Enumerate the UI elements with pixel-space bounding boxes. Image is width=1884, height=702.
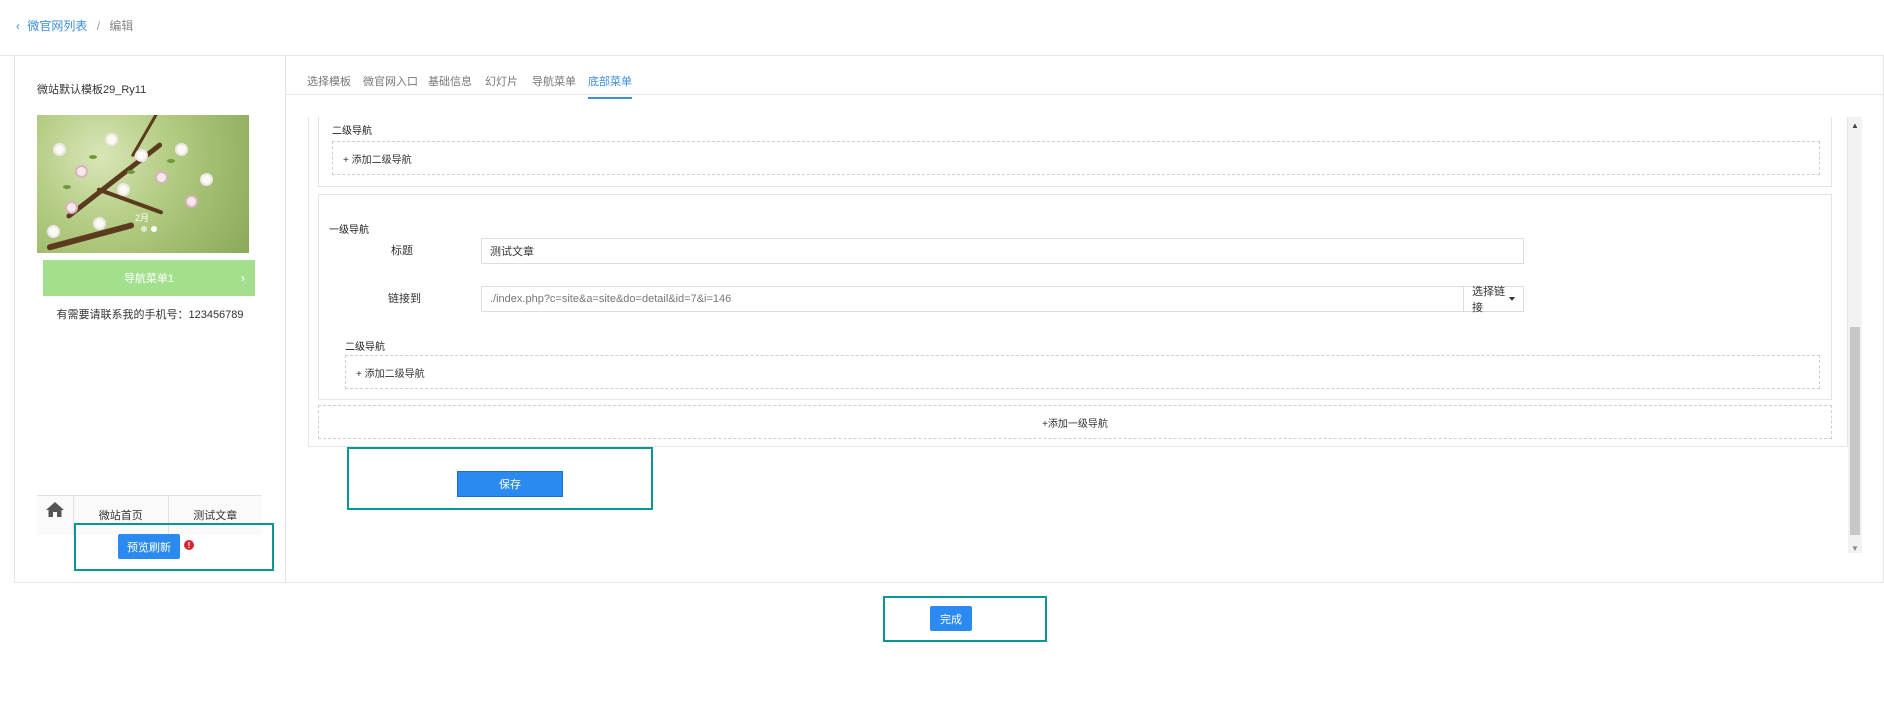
chevron-right-icon: ›	[241, 271, 245, 285]
add-secondary-nav-button[interactable]: + 添加二级导航	[332, 141, 1820, 175]
secondary-nav-label: 二级导航	[332, 126, 372, 137]
warning-icon: !	[184, 540, 194, 550]
tab-select-template[interactable]: 选择模板	[307, 73, 351, 97]
slide-dot[interactable]	[141, 226, 147, 232]
add-primary-nav-button[interactable]: +添加一级导航	[318, 405, 1832, 439]
slide-dot-active[interactable]	[151, 226, 157, 232]
breadcrumb-current: 编辑	[109, 19, 134, 33]
breadcrumb: ‹ 微官网列表 / 编辑	[16, 17, 133, 34]
contact-phone-text: 有需要请联系我的手机号：123456789	[56, 309, 244, 321]
primary-nav-label: 一级导航	[329, 225, 369, 236]
scrollbar[interactable]: ▲ ▼	[1848, 117, 1862, 553]
title-input[interactable]: 测试文章	[481, 238, 1524, 264]
select-link-dropdown[interactable]: 选择链接	[1463, 286, 1524, 314]
preview-refresh-button[interactable]: 预览刷新	[118, 534, 180, 559]
banner-caption: 2月	[135, 213, 150, 223]
link-label: 链接到	[388, 293, 421, 305]
tab-basic-info[interactable]: 基础信息	[428, 73, 472, 97]
link-input[interactable]: ./index.php?c=site&a=site&do=detail&id=7…	[481, 286, 1464, 312]
tab-nav-menu[interactable]: 导航菜单	[532, 73, 576, 97]
scroll-up-arrow-icon[interactable]: ▲	[1848, 121, 1862, 130]
save-button[interactable]: 保存	[457, 471, 563, 497]
add-secondary-nav-button[interactable]: + 添加二级导航	[345, 355, 1820, 389]
tab-bar: 选择模板 微官网入口 基础信息 幻灯片 导航菜单 底部菜单	[286, 55, 1884, 99]
phone-preview: 微站默认模板29_Ry11 2月 导航菜单1 › 有需要请联系我的手机号：123…	[14, 55, 286, 583]
breadcrumb-separator: /	[96, 19, 101, 33]
nav-menu-label: 导航菜单1	[123, 273, 175, 285]
tab-slideshow[interactable]: 幻灯片	[485, 73, 518, 97]
banner-slide-image[interactable]: 2月	[37, 115, 249, 253]
home-icon[interactable]	[37, 496, 74, 535]
tab-bottom-menu[interactable]: 底部菜单	[588, 73, 632, 99]
breadcrumb-link-site-list[interactable]: 微官网列表	[27, 19, 87, 33]
secondary-nav-label: 二级导航	[345, 342, 385, 353]
caret-down-icon	[1509, 297, 1515, 301]
select-link-label: 选择链接	[1472, 286, 1505, 314]
title-label: 标题	[391, 245, 413, 257]
chevron-left-icon[interactable]: ‹	[16, 19, 20, 33]
site-name: 微站默认模板29_Ry11	[37, 84, 147, 96]
done-button[interactable]: 完成	[930, 606, 972, 631]
primary-nav-block-2: 一级导航 标题 测试文章 链接到 ./index.php?c=site&a=si…	[318, 194, 1832, 400]
bottom-menu-editor: 二级导航 + 添加二级导航 一级导航 标题 测试文章 链接到 ./index.p…	[308, 117, 1848, 447]
scroll-down-arrow-icon[interactable]: ▼	[1848, 544, 1862, 553]
scrollbar-thumb[interactable]	[1850, 327, 1860, 535]
tab-site-entry[interactable]: 微官网入口	[363, 73, 418, 97]
primary-nav-block-1: 二级导航 + 添加二级导航	[318, 117, 1832, 187]
nav-menu-button[interactable]: 导航菜单1 ›	[43, 260, 255, 296]
slide-indicator[interactable]	[141, 226, 157, 232]
